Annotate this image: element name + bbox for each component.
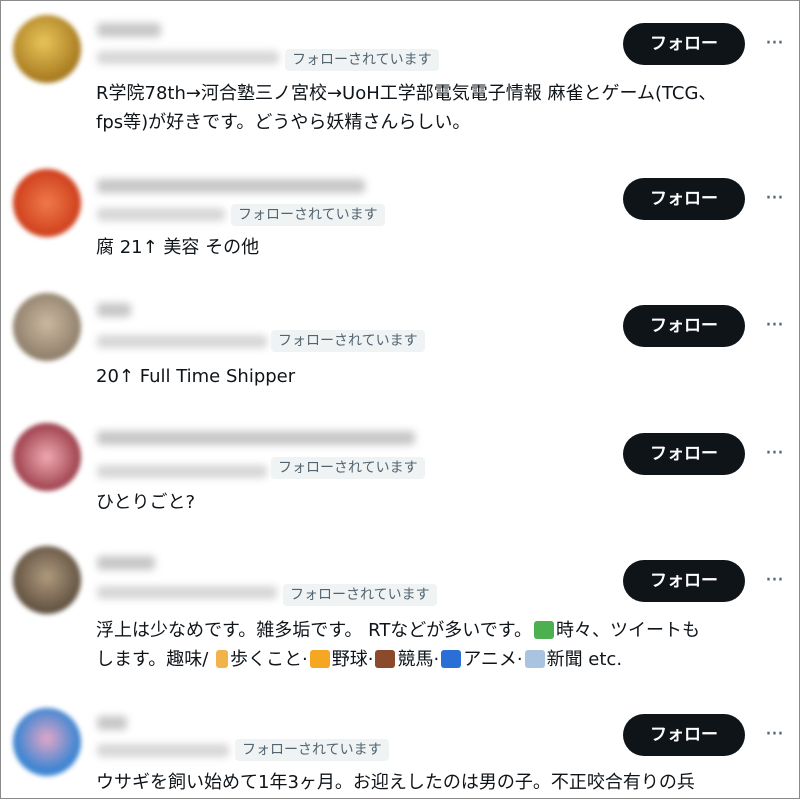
user-handle (97, 586, 277, 599)
more-options-icon[interactable]: ··· (759, 184, 789, 214)
avatar[interactable] (13, 293, 81, 361)
avatar[interactable] (13, 15, 81, 83)
display-name[interactable] (97, 303, 131, 317)
bio-line: ひとりごと? (96, 492, 196, 513)
bio-line: 20↑ Full Time Shipper (96, 366, 296, 387)
follows-you-badge: フォローされています (231, 204, 385, 226)
horse-icon (375, 650, 396, 668)
follow-button[interactable]: フォロー (623, 23, 745, 65)
bio-line: 浮上は少なめです。雑多垢です。 RTなどが多いです。 時々、ツイートも (96, 620, 700, 641)
user-row[interactable]: フォローされています フォロー ··· ウサギを飼い始めて1年3ヶ月。お迎えした… (1, 696, 799, 798)
sparkle-icon (533, 621, 554, 639)
bio-line: ウサギを飼い始めて1年3ヶ月。お迎えしたのは男の子。不正咬合有りの兵 (96, 772, 695, 793)
bio-line: 腐 21↑ 美容 その他 (96, 237, 260, 258)
newspaper-icon (524, 650, 545, 668)
follower-list: フォローされています フォロー ··· R学院78th→河合塾三ノ宮校→UoH工… (0, 0, 800, 799)
user-bio: 20↑ Full Time Shipper (96, 362, 786, 391)
user-handle (97, 335, 267, 348)
display-name[interactable] (97, 23, 161, 37)
user-bio: R学院78th→河合塾三ノ宮校→UoH工学部電気電子情報 麻雀とゲーム(TCG、… (96, 79, 786, 137)
user-row[interactable]: フォローされています フォロー ··· 20↑ Full Time Shippe… (1, 281, 799, 411)
user-bio: ひとりごと? (96, 488, 786, 517)
user-row[interactable]: フォローされています フォロー ··· ひとりごと? (1, 411, 799, 536)
user-handle (97, 465, 267, 478)
user-bio: 浮上は少なめです。雑多垢です。 RTなどが多いです。 時々、ツイートも します。趣… (96, 616, 786, 674)
user-row[interactable]: フォローされています フォロー ··· 腐 21↑ 美容 その他 (1, 151, 799, 281)
more-options-icon[interactable]: ··· (759, 439, 789, 469)
avatar[interactable] (13, 546, 81, 614)
bio-line: します。趣味/ 歩くこと· 野球· 競馬· アニメ· 新聞 etc. (96, 649, 623, 670)
avatar[interactable] (13, 423, 81, 491)
avatar[interactable] (13, 169, 81, 237)
follow-button[interactable]: フォロー (623, 714, 745, 756)
bio-line: fps等)が好きです。どうやら妖精さんらしい。 (96, 112, 471, 133)
follow-button[interactable]: フォロー (623, 433, 745, 475)
bio-line: R学院78th→河合塾三ノ宮校→UoH工学部電気電子情報 麻雀とゲーム(TCG、 (96, 83, 717, 104)
user-bio: ウサギを飼い始めて1年3ヶ月。お迎えしたのは男の子。不正咬合有りの兵 (96, 768, 786, 797)
user-bio: 腐 21↑ 美容 その他 (96, 233, 786, 262)
follows-you-badge: フォローされています (271, 330, 425, 352)
user-handle (97, 744, 229, 757)
more-options-icon[interactable]: ··· (759, 29, 789, 59)
avatar[interactable] (13, 708, 81, 776)
more-options-icon[interactable]: ··· (759, 720, 789, 750)
user-handle (97, 208, 225, 221)
follows-you-badge: フォローされています (235, 739, 389, 761)
display-name[interactable] (97, 716, 127, 730)
display-name[interactable] (97, 556, 155, 570)
follows-you-badge: フォローされています (271, 457, 425, 479)
more-options-icon[interactable]: ··· (759, 566, 789, 596)
more-options-icon[interactable]: ··· (759, 311, 789, 341)
display-name[interactable] (97, 179, 365, 193)
follows-you-badge: フォローされています (285, 49, 439, 71)
user-handle (97, 51, 279, 64)
follow-button[interactable]: フォロー (623, 305, 745, 347)
television-icon (441, 650, 462, 668)
follow-button[interactable]: フォロー (623, 560, 745, 602)
display-name[interactable] (97, 431, 415, 445)
follows-you-badge: フォローされています (283, 584, 437, 606)
user-row[interactable]: フォローされています フォロー ··· R学院78th→河合塾三ノ宮校→UoH工… (1, 1, 799, 151)
user-row[interactable]: フォローされています フォロー ··· 浮上は少なめです。雑多垢です。 RTなど… (1, 536, 799, 696)
follow-button[interactable]: フォロー (623, 178, 745, 220)
tiger-face-icon (309, 650, 330, 668)
walking-person-icon (216, 650, 228, 668)
